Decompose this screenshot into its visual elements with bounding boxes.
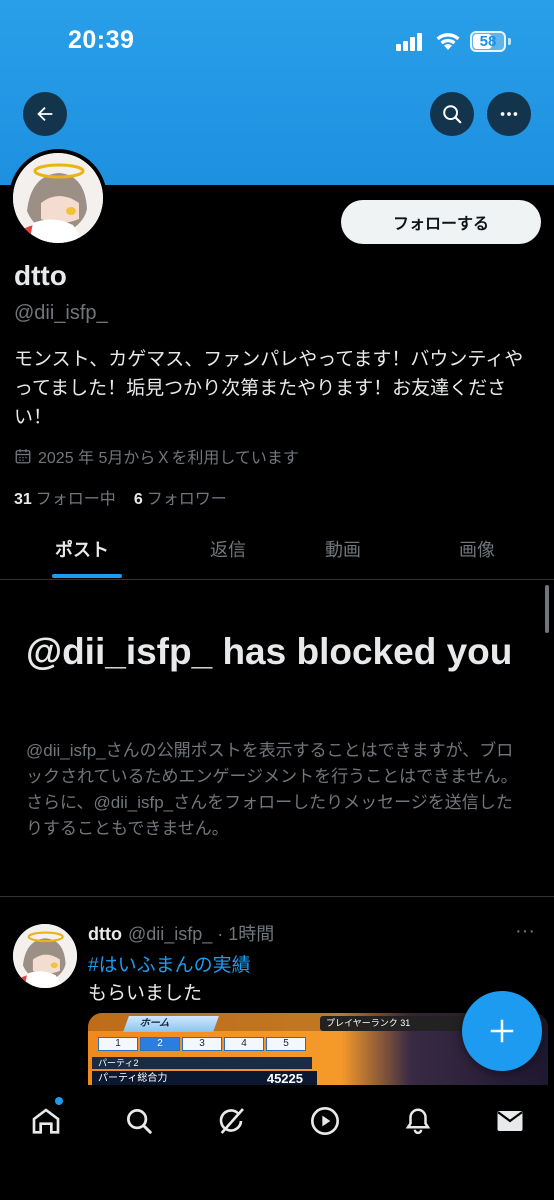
signal-icon — [396, 33, 426, 51]
status-bar: 20:39 58 — [0, 0, 554, 84]
image-home-label: ホーム — [123, 1016, 219, 1032]
image-rank-bar: プレイヤーランク 31 — [320, 1016, 480, 1031]
image-slot: 1 — [98, 1037, 138, 1051]
back-button[interactable] — [23, 92, 67, 136]
active-tab-indicator — [52, 574, 122, 578]
image-slot: 3 — [182, 1037, 222, 1051]
plus-icon — [490, 1019, 514, 1043]
joined-text: 2025 年 5月からＸを利用しています — [38, 450, 299, 467]
profile-handle: @dii_isfp_ — [14, 302, 108, 324]
followers-link[interactable]: 6 フォロワー — [134, 485, 227, 509]
post-avatar[interactable] — [13, 924, 77, 988]
grok-icon — [219, 1108, 244, 1134]
joined-date: 2025 年 5月からＸを利用しています — [14, 444, 299, 468]
search-icon — [127, 1109, 152, 1134]
image-rank-label: プレイヤーランク — [326, 1018, 398, 1028]
battery-tip — [508, 38, 511, 45]
arrow-left-icon — [37, 106, 53, 122]
unread-indicator — [55, 1097, 63, 1105]
compose-post-button[interactable] — [462, 991, 542, 1071]
bottom-navigation — [0, 1085, 554, 1200]
nav-notifications[interactable] — [398, 1101, 438, 1141]
followers-label: フォロワー — [146, 491, 227, 508]
nav-home[interactable] — [26, 1101, 66, 1141]
profile-bio: モンスト、カゲマス、ファンパレやってます！バウンティやってました！垢見つかり次第… — [14, 349, 524, 428]
calendar-icon — [15, 449, 31, 464]
following-label: フォロー中 — [35, 491, 116, 508]
more-button[interactable] — [487, 92, 531, 136]
follow-stats: 31 フォロー中 6 フォロワー — [14, 485, 227, 509]
following-count: 31 — [14, 491, 32, 508]
image-power-label: パーティ総合力 — [98, 1073, 168, 1084]
following-link[interactable]: 31 フォロー中 — [14, 485, 116, 509]
post-author-name[interactable]: dtto — [88, 924, 122, 945]
nav-search[interactable] — [119, 1101, 159, 1141]
avatar-image — [13, 153, 103, 243]
avatar-illustration-icon — [13, 153, 103, 243]
post-more-button[interactable]: ··· — [515, 920, 535, 943]
scrollbar[interactable] — [545, 585, 549, 633]
profile-tabs: ポスト 返信 動画 画像 — [0, 520, 554, 580]
image-slot: 4 — [224, 1037, 264, 1051]
home-icon — [32, 1108, 60, 1134]
post-text: もらいました — [88, 983, 203, 1004]
more-horizontal-icon — [500, 112, 518, 116]
image-party-slots: 1 2 3 4 5 — [98, 1037, 306, 1051]
profile-display-name: dtto — [14, 260, 67, 291]
tab-images[interactable]: 画像 — [459, 520, 495, 578]
notifications-icon — [405, 1108, 431, 1135]
tab-replies[interactable]: 返信 — [210, 520, 246, 578]
image-slot-selected: 2 — [140, 1037, 180, 1051]
battery-icon: 58 — [470, 31, 506, 52]
profile-avatar[interactable] — [9, 149, 107, 247]
wifi-icon — [436, 33, 460, 50]
image-rank-value: 31 — [400, 1018, 411, 1028]
image-slot: 5 — [266, 1037, 306, 1051]
post-handle-time: @dii_isfp_ · 1時間 — [127, 924, 275, 944]
nav-grok[interactable] — [211, 1101, 251, 1141]
post-hashtag[interactable]: #はいふまんの実績 — [88, 950, 251, 977]
search-button[interactable] — [430, 92, 474, 136]
search-icon — [443, 105, 462, 124]
battery-level: 58 — [479, 33, 497, 50]
messages-icon — [497, 1111, 523, 1131]
nav-messages[interactable] — [490, 1101, 530, 1141]
nav-video[interactable] — [305, 1101, 345, 1141]
tab-videos[interactable]: 動画 — [325, 520, 361, 578]
section-divider — [0, 896, 554, 897]
post-header: dtto @dii_isfp_ · 1時間 — [88, 920, 274, 946]
tab-posts[interactable]: ポスト — [55, 520, 109, 578]
image-party-label: パーティ2 — [92, 1057, 312, 1069]
blocked-title: @dii_isfp_ has blocked you — [26, 631, 513, 672]
avatar-illustration-icon — [13, 924, 77, 988]
blocked-description: @dii_isfp_さんの公開ポストを表示することはできますが、ブロックされてい… — [26, 741, 518, 838]
video-icon — [311, 1107, 339, 1135]
followers-count: 6 — [133, 491, 143, 508]
status-time: 20:39 — [68, 26, 135, 54]
follow-button[interactable]: フォローする — [341, 200, 541, 244]
